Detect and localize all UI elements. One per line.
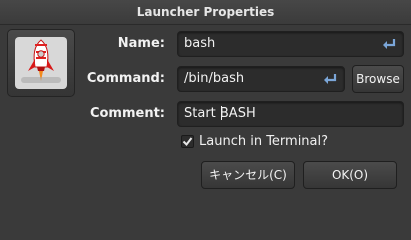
command-value: /bin/bash <box>184 71 245 86</box>
checkmark-icon <box>182 137 193 147</box>
enter-icon[interactable] <box>322 73 338 85</box>
command-label: Command: <box>86 71 165 86</box>
cancel-button[interactable]: キャンセル(C) <box>201 161 295 189</box>
enter-icon[interactable] <box>381 38 397 50</box>
text-cursor <box>221 106 222 120</box>
comment-label: Comment: <box>89 106 165 121</box>
window-title: Launcher Properties <box>0 0 411 25</box>
icon-background <box>15 37 67 89</box>
browse-button[interactable]: Browse <box>352 65 404 93</box>
command-field[interactable]: /bin/bash <box>177 66 345 92</box>
terminal-checkbox[interactable] <box>181 135 194 148</box>
ok-button[interactable]: OK(O) <box>303 161 397 189</box>
comment-value: Start BASH <box>184 106 256 121</box>
comment-field[interactable]: Start BASH <box>177 101 404 127</box>
rocket-icon <box>21 39 61 83</box>
name-value: bash <box>184 36 216 51</box>
name-field[interactable]: bash <box>177 31 404 57</box>
terminal-label[interactable]: Launch in Terminal? <box>199 134 328 149</box>
name-label: Name: <box>117 36 165 51</box>
